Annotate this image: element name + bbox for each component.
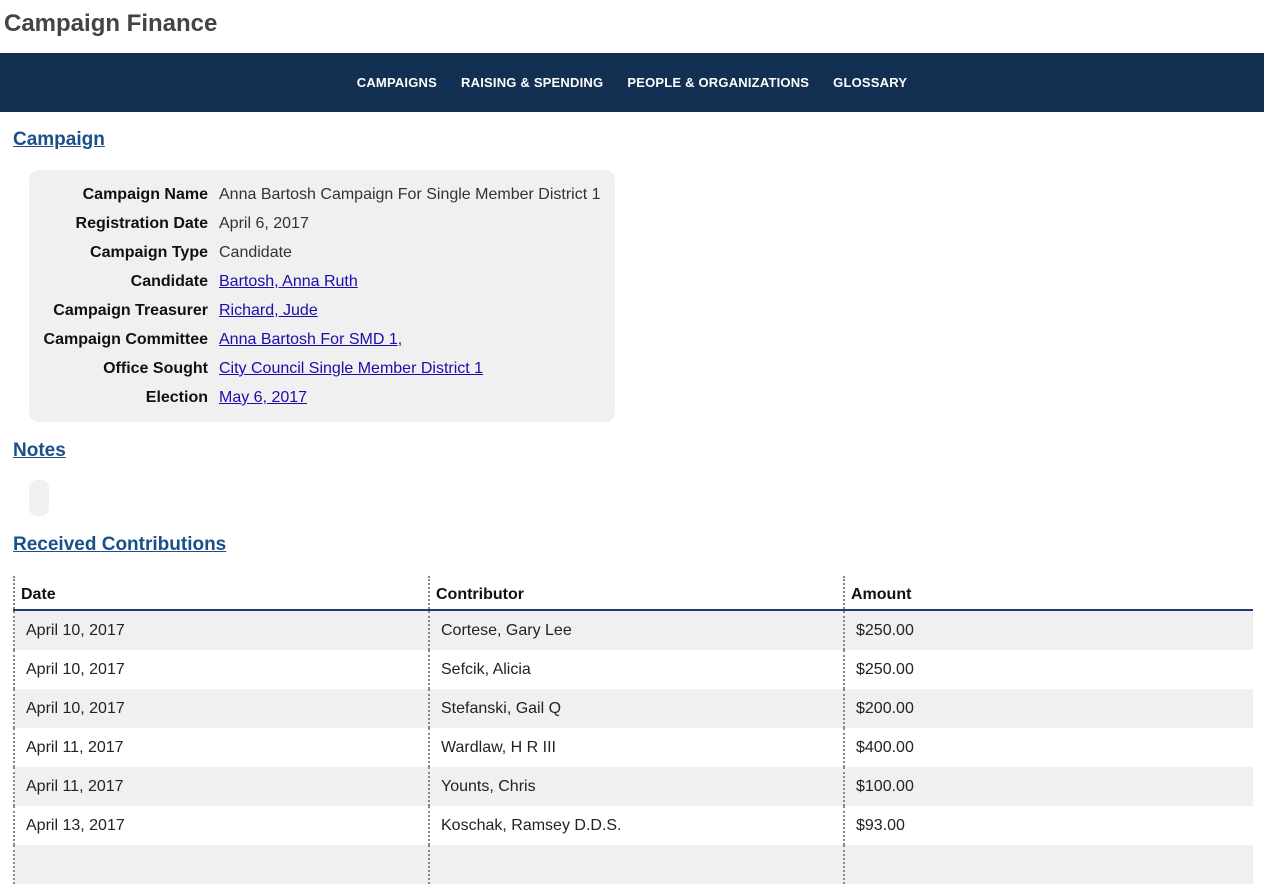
contributions-section-heading[interactable]: Received Contributions xyxy=(13,534,226,556)
campaign-name-value: Anna Bartosh Campaign For Single Member … xyxy=(219,186,601,203)
cell-contributor: Younts, Chris xyxy=(428,767,844,806)
column-header-contributor[interactable]: Contributor xyxy=(428,576,844,611)
detail-label: Candidate xyxy=(130,273,208,290)
site-header: Campaign Finance xyxy=(0,0,1264,53)
campaign-type-value: Candidate xyxy=(219,244,292,261)
detail-label: Office Sought xyxy=(103,360,208,377)
detail-label: Registration Date xyxy=(75,215,208,232)
cell-amount: $100.00 xyxy=(843,767,1253,806)
detail-row-office-sought: Office Sought City Council Single Member… xyxy=(29,354,615,383)
cell-date: April 10, 2017 xyxy=(13,689,429,728)
main-navbar: CAMPAIGNS RAISING & SPENDING PEOPLE & OR… xyxy=(0,53,1264,112)
nav-people-organizations[interactable]: PEOPLE & ORGANIZATIONS xyxy=(615,75,821,90)
cell-date xyxy=(13,845,429,884)
cell-amount: $200.00 xyxy=(843,689,1253,728)
campaign-section-heading[interactable]: Campaign xyxy=(13,129,105,151)
notes-section-heading[interactable]: Notes xyxy=(13,440,66,462)
cell-amount: $400.00 xyxy=(843,728,1253,767)
cell-contributor: Sefcik, Alicia xyxy=(428,650,844,689)
detail-row-campaign-name: Campaign Name Anna Bartosh Campaign For … xyxy=(29,180,615,209)
detail-label: Campaign Type xyxy=(90,244,208,261)
treasurer-link[interactable]: Richard, Jude xyxy=(219,296,318,325)
cell-contributor: Koschak, Ramsey D.D.S. xyxy=(428,806,844,845)
detail-label: Campaign Committee xyxy=(43,331,208,348)
cell-date: April 10, 2017 xyxy=(13,610,429,650)
detail-label: Campaign Name xyxy=(82,186,208,203)
detail-row-campaign-type: Campaign Type Candidate xyxy=(29,238,615,267)
cell-amount xyxy=(843,845,1253,884)
table-row: April 10, 2017 Sefcik, Alicia $250.00 xyxy=(13,650,1253,689)
column-header-amount[interactable]: Amount xyxy=(843,576,1253,611)
table-row: April 11, 2017 Wardlaw, H R III $400.00 xyxy=(13,728,1253,767)
detail-row-campaign-committee: Campaign Committee Anna Bartosh For SMD … xyxy=(29,325,615,354)
committee-link[interactable]: Anna Bartosh For SMD 1, xyxy=(219,325,402,354)
table-row: April 10, 2017 Stefanski, Gail Q $200.00 xyxy=(13,689,1253,728)
contributions-table: Date Contributor Amount April 10, 2017 C… xyxy=(13,576,1253,884)
column-header-date[interactable]: Date xyxy=(13,576,429,611)
campaign-details-panel: Campaign Name Anna Bartosh Campaign For … xyxy=(29,170,615,422)
cell-amount: $250.00 xyxy=(843,610,1253,650)
office-sought-link[interactable]: City Council Single Member District 1 xyxy=(219,354,483,383)
election-link[interactable]: May 6, 2017 xyxy=(219,383,307,412)
detail-label: Campaign Treasurer xyxy=(53,302,208,319)
site-title: Campaign Finance xyxy=(4,10,218,37)
cell-contributor: Stefanski, Gail Q xyxy=(428,689,844,728)
cell-date: April 13, 2017 xyxy=(13,806,429,845)
cell-contributor xyxy=(428,845,844,884)
table-row xyxy=(13,845,1253,884)
candidate-link[interactable]: Bartosh, Anna Ruth xyxy=(219,267,358,296)
notes-panel xyxy=(29,480,49,516)
nav-glossary[interactable]: GLOSSARY xyxy=(821,75,919,90)
detail-row-candidate: Candidate Bartosh, Anna Ruth xyxy=(29,267,615,296)
cell-amount: $250.00 xyxy=(843,650,1253,689)
cell-date: April 11, 2017 xyxy=(13,728,429,767)
table-row: April 13, 2017 Koschak, Ramsey D.D.S. $9… xyxy=(13,806,1253,845)
table-row: April 11, 2017 Younts, Chris $100.00 xyxy=(13,767,1253,806)
table-header-row: Date Contributor Amount xyxy=(13,576,1253,611)
cell-amount: $93.00 xyxy=(843,806,1253,845)
table-row: April 10, 2017 Cortese, Gary Lee $250.00 xyxy=(13,610,1253,650)
cell-date: April 10, 2017 xyxy=(13,650,429,689)
nav-raising-spending[interactable]: RAISING & SPENDING xyxy=(449,75,615,90)
cell-date: April 11, 2017 xyxy=(13,767,429,806)
nav-campaigns[interactable]: CAMPAIGNS xyxy=(345,75,449,90)
cell-contributor: Wardlaw, H R III xyxy=(428,728,844,767)
detail-row-election: Election May 6, 2017 xyxy=(29,383,615,412)
cell-contributor: Cortese, Gary Lee xyxy=(428,610,844,650)
detail-row-campaign-treasurer: Campaign Treasurer Richard, Jude xyxy=(29,296,615,325)
registration-date-value: April 6, 2017 xyxy=(219,215,309,232)
detail-label: Election xyxy=(145,389,208,406)
detail-row-registration-date: Registration Date April 6, 2017 xyxy=(29,209,615,238)
